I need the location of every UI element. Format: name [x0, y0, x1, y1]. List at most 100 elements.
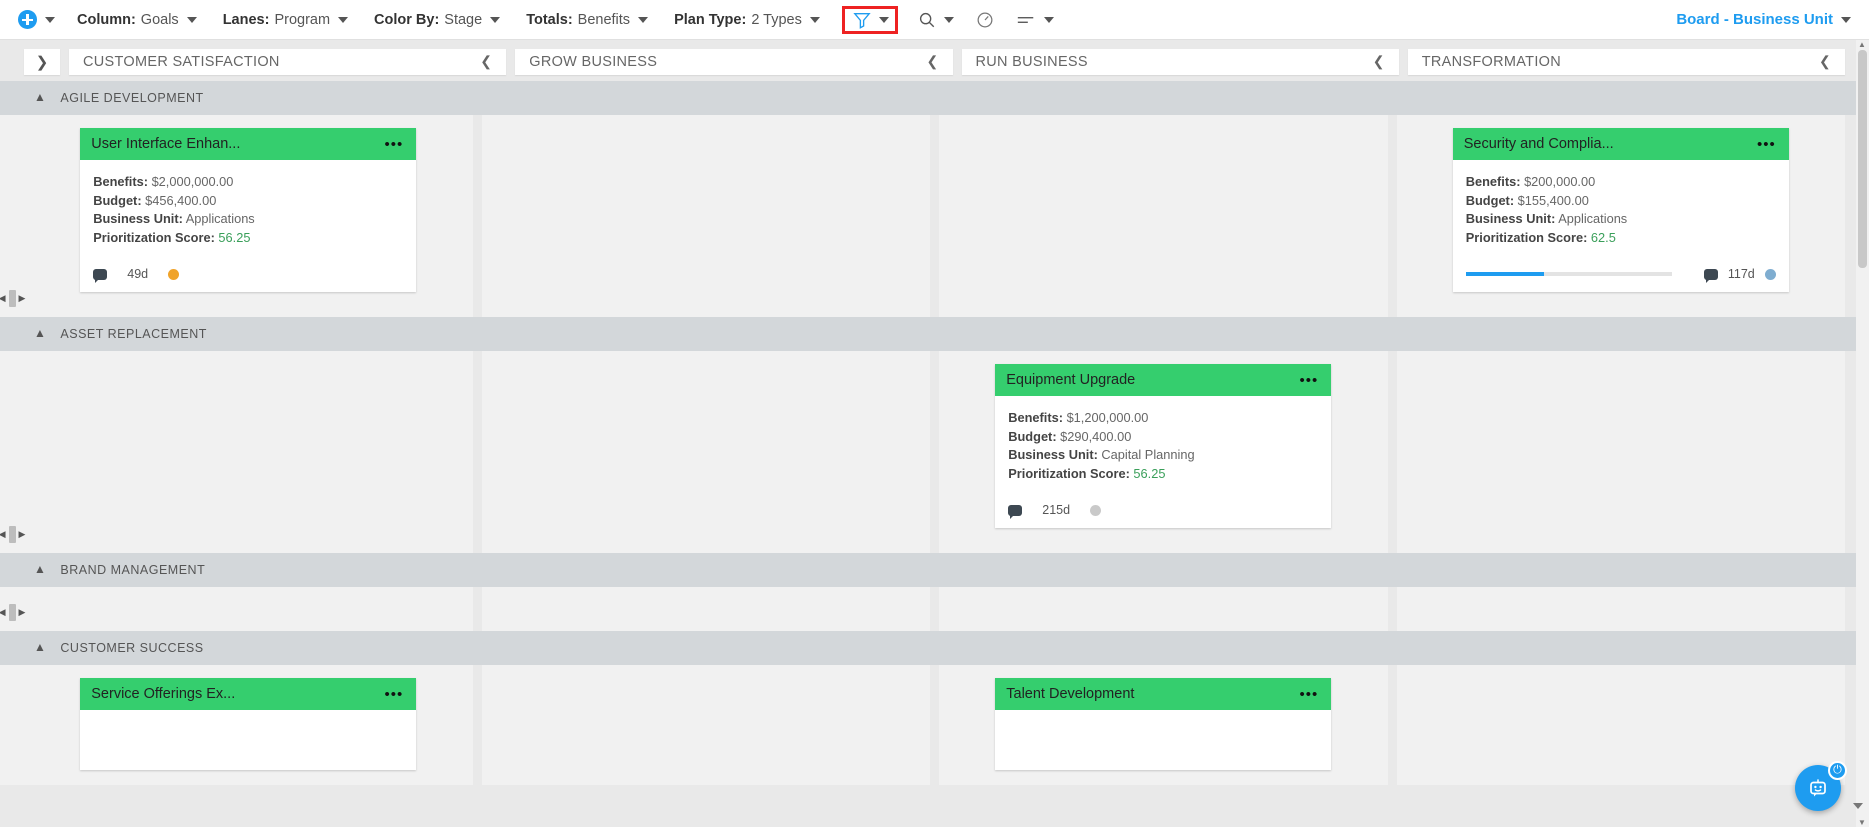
chevron-down-icon — [490, 16, 501, 23]
chevron-down-icon — [338, 16, 349, 23]
field-value: Capital Planning — [1101, 447, 1195, 463]
scroll-up-icon[interactable]: ▲ — [1858, 40, 1866, 49]
board-cell[interactable] — [481, 351, 930, 553]
chevron-left-icon[interactable]: ❮ — [1819, 53, 1831, 70]
lane-scroll-nav-left[interactable] — [0, 665, 24, 785]
scroll-left-icon[interactable]: ◀ — [0, 608, 6, 617]
card-service-offerings-expansion[interactable]: Service Offerings Ex... ••• — [80, 678, 417, 770]
ellipsis-icon[interactable]: ••• — [384, 686, 403, 703]
filter-button[interactable] — [841, 5, 898, 34]
board-cell[interactable]: Equipment Upgrade ••• Benefits: $1,200,0… — [939, 351, 1388, 553]
card-user-interface-enhancement[interactable]: User Interface Enhan... ••• Benefits: $2… — [80, 128, 417, 293]
card-header[interactable]: User Interface Enhan... ••• — [80, 128, 417, 160]
assistant-power-button[interactable]: ⏻ — [1828, 761, 1847, 780]
scroll-thumb[interactable] — [8, 290, 16, 307]
board-cell[interactable] — [24, 587, 473, 631]
caret-down-icon[interactable] — [1853, 803, 1863, 809]
card-header[interactable]: Talent Development ••• — [995, 678, 1332, 710]
lanes-selector-value: Program — [274, 11, 331, 28]
board-cell[interactable]: Security and Complia... ••• Benefits: $2… — [1396, 115, 1845, 317]
card-header[interactable]: Service Offerings Ex... ••• — [80, 678, 417, 710]
board-cell[interactable] — [1396, 351, 1845, 553]
gauge-button[interactable] — [976, 11, 994, 29]
sort-button[interactable] — [1016, 11, 1054, 29]
card-body: Benefits: $200,000.00 Budget: $155,400.0… — [1453, 160, 1789, 247]
board-cell[interactable] — [1396, 665, 1845, 785]
board-cell[interactable]: User Interface Enhan... ••• Benefits: $2… — [24, 115, 473, 317]
card-title: Equipment Upgrade — [1006, 372, 1136, 388]
status-badge — [168, 268, 180, 280]
totals-selector[interactable]: Totals: Benefits — [526, 12, 649, 28]
ellipsis-icon[interactable]: ••• — [384, 136, 403, 153]
board-cell[interactable]: Service Offerings Ex... ••• — [24, 665, 473, 785]
board-cell[interactable] — [939, 115, 1388, 317]
column-header-transformation[interactable]: TRANSFORMATION ❮ — [1407, 48, 1845, 75]
board-cell[interactable] — [481, 665, 930, 785]
chevron-up-icon: ▲ — [34, 562, 47, 576]
field-value: $456,400.00 — [145, 192, 217, 208]
lane-expand-button[interactable]: ❯ — [24, 48, 60, 75]
swimlane-header-customer-success[interactable]: ▲ CUSTOMER SUCCESS — [0, 631, 1869, 665]
card-talent-development[interactable]: Talent Development ••• — [995, 678, 1332, 770]
status-badge — [1764, 268, 1776, 280]
board-title-selector[interactable]: Board - Business Unit — [1676, 11, 1851, 28]
scroll-left-icon[interactable]: ◀ — [0, 530, 6, 539]
vertical-scroll-thumb[interactable] — [1858, 50, 1867, 268]
swimlane-header-asset-replacement[interactable]: ▲ ASSET REPLACEMENT — [0, 317, 1869, 351]
lane-scroll-nav-left[interactable]: ◀ ▶ — [0, 587, 26, 631]
column-selector-value: Goals — [140, 11, 179, 28]
comment-icon[interactable] — [93, 268, 108, 283]
vertical-scrollbar[interactable]: ▲ ▼ — [1856, 40, 1869, 827]
field-label: Business Unit: — [1465, 211, 1556, 227]
field-value: 62.5 — [1590, 229, 1616, 245]
add-button[interactable] — [18, 10, 55, 29]
card-equipment-upgrade[interactable]: Equipment Upgrade ••• Benefits: $1,200,0… — [995, 364, 1332, 529]
card-security-and-compliance[interactable]: Security and Complia... ••• Benefits: $2… — [1452, 128, 1789, 293]
card-header[interactable]: Equipment Upgrade ••• — [995, 364, 1332, 396]
board-cell[interactable] — [939, 587, 1388, 631]
scroll-right-icon[interactable]: ▶ — [19, 294, 26, 303]
board-cell[interactable] — [481, 115, 930, 317]
column-header-customer-satisfaction[interactable]: CUSTOMER SATISFACTION ❮ — [69, 48, 507, 75]
ellipsis-icon[interactable]: ••• — [1299, 686, 1318, 703]
chat-bot-icon — [1810, 779, 1826, 797]
ellipsis-icon[interactable]: ••• — [1299, 372, 1318, 389]
scroll-right-icon[interactable]: ▶ — [19, 608, 26, 617]
scroll-left-icon[interactable]: ◀ — [0, 294, 6, 303]
chevron-left-icon[interactable]: ❮ — [926, 53, 938, 70]
card-duration: 117d — [1727, 267, 1755, 282]
card-footer-meta: 49d — [93, 267, 180, 283]
field-value: Applications — [1558, 211, 1628, 227]
board-cell[interactable] — [24, 351, 473, 553]
card-body — [995, 710, 1331, 770]
card-header[interactable]: Security and Complia... ••• — [1452, 128, 1789, 160]
swimlane-header-brand-management[interactable]: ▲ BRAND MANAGEMENT — [0, 553, 1869, 587]
board-cell[interactable] — [481, 587, 930, 631]
scroll-down-icon[interactable]: ▼ — [1858, 818, 1866, 827]
column-header-run-business[interactable]: RUN BUSINESS ❮ — [961, 48, 1399, 75]
card-field-budget: Budget: $155,400.00 — [1466, 192, 1776, 211]
chevron-left-icon[interactable]: ❮ — [480, 53, 492, 70]
plan-type-selector[interactable]: Plan Type: 2 Types — [674, 12, 820, 28]
color-by-selector[interactable]: Color By: Stage — [374, 12, 501, 28]
column-selector[interactable]: Column: Goals — [77, 12, 197, 28]
scroll-thumb[interactable] — [8, 526, 16, 543]
card-field-budget: Budget: $290,400.00 — [1008, 428, 1318, 447]
card-footer: 117d — [1453, 247, 1789, 292]
search-button[interactable] — [918, 11, 954, 29]
comment-icon[interactable] — [1703, 268, 1718, 283]
chevron-down-icon — [943, 16, 954, 23]
lanes-selector[interactable]: Lanes: Program — [223, 11, 349, 28]
scroll-thumb[interactable] — [8, 604, 16, 621]
column-header-grow-business[interactable]: GROW BUSINESS ❮ — [515, 48, 953, 75]
chevron-left-icon[interactable]: ❮ — [1373, 53, 1385, 70]
board-cell[interactable]: Talent Development ••• — [939, 665, 1388, 785]
comment-icon[interactable] — [1008, 504, 1023, 519]
lane-scroll-nav-left[interactable]: ◀ ▶ — [0, 351, 26, 553]
scroll-right-icon[interactable]: ▶ — [19, 530, 26, 539]
board-cell[interactable] — [1396, 587, 1845, 631]
ellipsis-icon[interactable]: ••• — [1757, 136, 1776, 153]
card-title: User Interface Enhan... — [91, 136, 241, 152]
lane-scroll-nav-left[interactable]: ◀ ▶ — [0, 115, 26, 317]
swimlane-header-agile-development[interactable]: ▲ AGILE DEVELOPMENT — [0, 81, 1869, 115]
